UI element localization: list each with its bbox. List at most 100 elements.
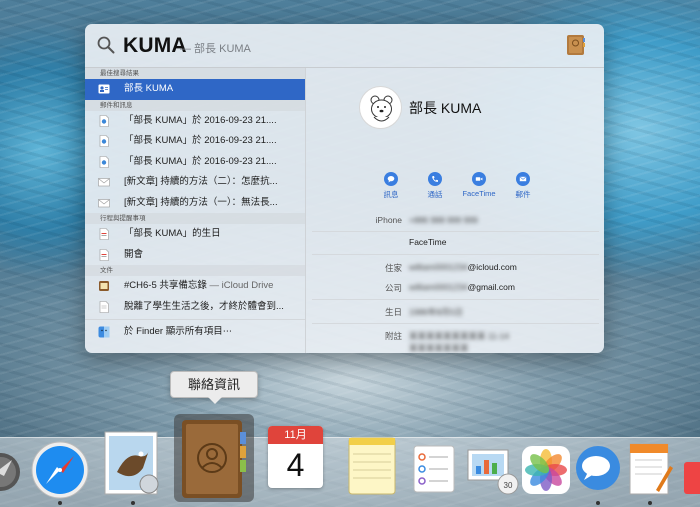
result-document[interactable]: #CH6-5 共享備忘錄 — iCloud Drive <box>85 276 305 297</box>
result-label: 「部長 KUMA」於 2016-09-23 21.... <box>124 135 277 146</box>
partial-app-icon[interactable] <box>680 458 700 498</box>
launchpad-icon[interactable] <box>0 447 20 497</box>
envelope-icon <box>519 176 527 182</box>
notes-icon[interactable] <box>345 434 401 498</box>
messages-icon[interactable] <box>574 444 622 494</box>
divider <box>312 231 599 232</box>
result-message[interactable]: [新文章] 持續的方法（二）：怎麼抗... <box>85 172 305 193</box>
mail-envelope-icon <box>98 198 110 207</box>
result-label: #CH6-5 共享備忘錄 <box>124 280 207 291</box>
section-header-top-hit: 最佳搜尋結果 <box>85 68 305 79</box>
action-label: 通話 <box>427 190 443 199</box>
divider <box>312 323 599 324</box>
email-user-part: william0001234 <box>409 282 468 292</box>
calendar-event-icon <box>99 228 109 240</box>
result-label: 「部長 KUMA」的生日 <box>124 228 221 239</box>
action-label: FaceTime <box>462 189 496 198</box>
iphone-value[interactable]: +886 988 999 999 <box>409 215 478 225</box>
contact-preview: 部長 KUMA 訊息 通話 FaceTime 郵件 iPhone +886 98… <box>307 68 604 353</box>
result-label: 開會 <box>124 248 144 260</box>
result-message[interactable]: 「部長 KUMA」於 2016-09-23 21.... <box>85 111 305 132</box>
contacts-app-icon <box>567 35 585 55</box>
mail-action-button[interactable]: 郵件 <box>503 172 543 200</box>
section-header-messages: 郵件和訊息 <box>85 99 305 111</box>
result-label: 於 Finder 顯示所有項目⋯ <box>124 326 233 337</box>
result-label: 脫離了學生生活之後，才終於體會到... <box>124 300 284 312</box>
result-document[interactable]: 脫離了學生生活之後，才終於體會到... <box>85 297 305 318</box>
results-list: 最佳搜尋結果 部長 KUMA 郵件和訊息 「部長 KUMA」於 2016-09-… <box>85 68 306 353</box>
dock-tooltip: 聯絡資訊 <box>170 371 258 404</box>
mail-stamp-icon[interactable] <box>103 428 163 500</box>
result-event[interactable]: 「部長 KUMA」的生日 <box>85 224 305 245</box>
running-indicator <box>596 501 600 505</box>
finder-icon <box>98 326 110 338</box>
result-location: — iCloud Drive <box>209 280 274 291</box>
note-line: 某某某某某某某某某 11-14 <box>409 331 509 341</box>
email-domain: @gmail.com <box>467 282 515 292</box>
iphone-label: iPhone <box>375 215 402 225</box>
search-query[interactable]: KUMA <box>123 34 187 58</box>
contact-avatar <box>359 86 402 129</box>
dock: 11月 4 30 <box>0 414 700 507</box>
notes-document-icon <box>99 281 109 291</box>
mail-envelope-icon <box>98 178 110 187</box>
calendar-event-icon <box>99 248 109 261</box>
speech-bubble-icon <box>387 176 395 183</box>
bear-avatar-icon <box>370 95 393 122</box>
result-message[interactable]: [新文章] 持續的方法（一）：無法長... <box>85 193 305 214</box>
calendar-month: 11月 <box>268 426 323 444</box>
result-event[interactable]: 開會 <box>85 245 305 266</box>
result-message[interactable]: 「部長 KUMA」於 2016-09-23 21.... <box>85 152 305 173</box>
contacts-icon[interactable] <box>180 418 248 500</box>
show-all-in-finder[interactable]: 於 Finder 顯示所有項目⋯ <box>85 322 305 343</box>
contact-name: 部長 KUMA <box>409 100 482 116</box>
result-label: [新文章] 持續的方法（一）：無法長... <box>124 196 278 208</box>
divider <box>85 319 305 320</box>
message-action-button[interactable]: 訊息 <box>371 172 411 200</box>
running-indicator <box>58 501 62 505</box>
running-indicator <box>648 501 652 505</box>
pages-icon[interactable] <box>628 440 674 498</box>
spotlight-search-bar[interactable]: KUMA — 部長 KUMA <box>85 24 604 68</box>
action-label: 訊息 <box>383 190 399 199</box>
birthday-value: 1986年8月5日 <box>409 307 463 317</box>
spotlight-window: KUMA — 部長 KUMA 最佳搜尋結果 部長 KUMA 郵件和訊息 「部長 … <box>85 24 604 353</box>
presentation-icon[interactable]: 30 <box>466 448 522 496</box>
facetime-value[interactable]: FaceTime <box>409 237 446 247</box>
calendar-icon[interactable]: 11月 4 <box>268 426 323 488</box>
work-email-label: 公司 <box>384 283 402 293</box>
note-line: 某某某某某某某 <box>409 343 469 353</box>
document-icon <box>99 114 109 127</box>
running-indicator <box>131 501 135 505</box>
note-label: 附註 <box>384 331 402 341</box>
video-camera-icon <box>475 177 483 181</box>
safari-icon[interactable] <box>30 440 90 500</box>
document-icon <box>99 155 109 168</box>
result-label: 部長 KUMA <box>124 83 174 94</box>
phone-icon <box>432 176 438 182</box>
home-email-value[interactable]: william0001234@icloud.com <box>409 262 517 272</box>
work-email-value[interactable]: william0001234@gmail.com <box>409 282 515 292</box>
search-icon <box>97 36 115 54</box>
section-header-events: 行程與提醒事項 <box>85 213 305 224</box>
document-icon <box>99 135 109 147</box>
call-action-button[interactable]: 通話 <box>415 172 455 200</box>
result-label: [新文章] 持續的方法（二）：怎麼抗... <box>124 176 278 187</box>
result-message[interactable]: 「部長 KUMA」於 2016-09-23 21.... <box>85 131 305 152</box>
reminders-icon[interactable] <box>412 444 458 494</box>
search-query-hint: — 部長 KUMA <box>180 43 251 55</box>
email-user-part: william0001234 <box>409 262 468 272</box>
result-label: 「部長 KUMA」於 2016-09-23 21.... <box>124 114 277 126</box>
divider <box>312 299 599 300</box>
svg-text:30: 30 <box>504 481 513 490</box>
section-header-documents: 文件 <box>85 265 305 276</box>
email-domain: @icloud.com <box>467 262 517 272</box>
calendar-day: 4 <box>286 447 305 483</box>
result-top-hit[interactable]: 部長 KUMA <box>85 79 305 100</box>
document-icon <box>99 300 109 313</box>
facetime-action-button[interactable]: FaceTime <box>459 172 499 198</box>
divider <box>312 254 599 255</box>
contact-card-icon <box>98 84 110 94</box>
photos-icon[interactable] <box>522 446 570 494</box>
action-label: 郵件 <box>515 190 531 199</box>
